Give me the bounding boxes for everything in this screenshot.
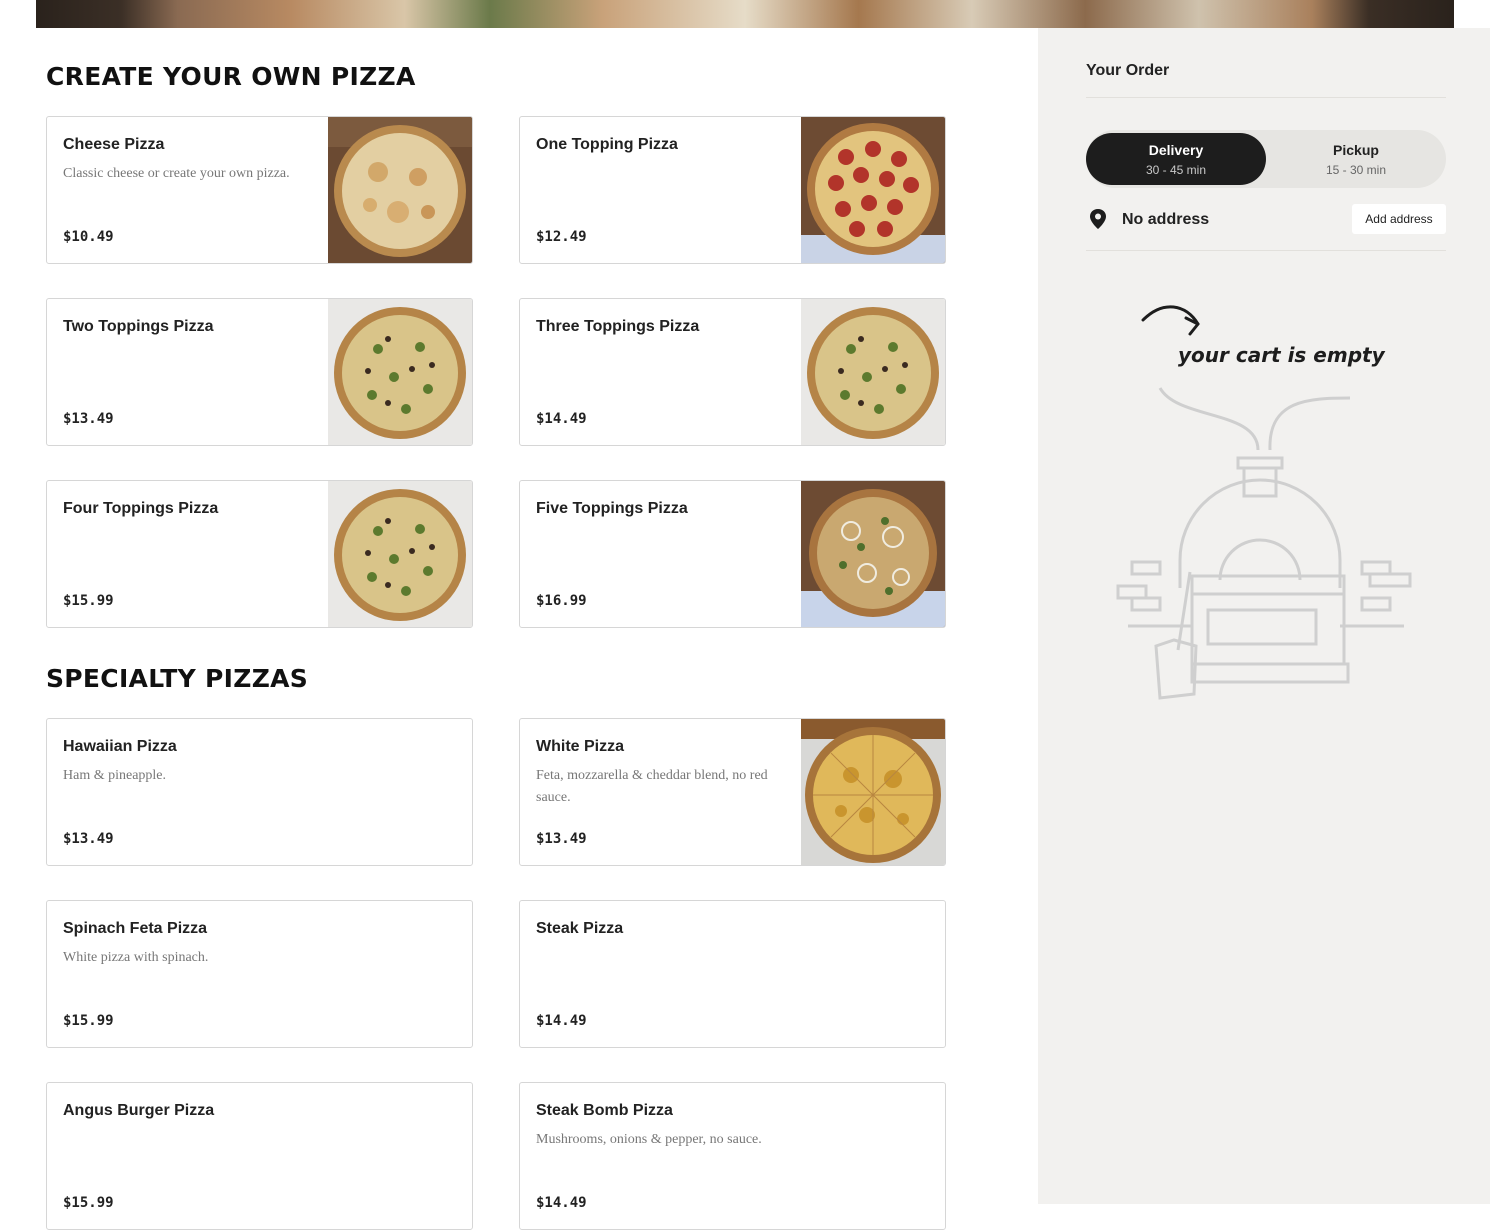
menu-item-name: Cheese Pizza	[63, 136, 165, 153]
menu-item-price: $16.99	[536, 593, 587, 609]
menu-item-price: $12.49	[536, 229, 587, 245]
menu-item-name: Three Toppings Pizza	[536, 318, 700, 335]
menu-item-card[interactable]: Angus Burger Pizza $15.99	[46, 1082, 473, 1230]
menu-item-price: $13.49	[63, 411, 114, 427]
menu-item-price: $15.99	[63, 1013, 114, 1029]
veggie-pizza-photo	[328, 299, 472, 445]
menu-item-name: White Pizza	[536, 738, 625, 755]
menu-item-price: $14.49	[536, 1013, 587, 1029]
menu-item-card[interactable]: Two Toppings Pizza $13.49	[46, 298, 473, 446]
pizza-oven-illustration: your cart is empty	[1116, 305, 1412, 700]
menu-item-price: $10.49	[63, 229, 114, 245]
menu-item-card[interactable]: Three Toppings Pizza $14.49	[519, 298, 946, 446]
add-address-button[interactable]: Add address	[1352, 204, 1446, 234]
menu-item-description: Mushrooms, onions & pepper, no sauce.	[536, 1132, 762, 1147]
menu-item-name: One Topping Pizza	[536, 136, 678, 153]
divider	[1086, 250, 1446, 251]
section-title-specialty: SPECIALTY PIZZAS	[46, 664, 309, 693]
delivery-option[interactable]: Delivery 30 - 45 min	[1086, 133, 1266, 185]
menu-item-price: $15.99	[63, 1195, 114, 1211]
hero-banner-image	[36, 0, 1454, 28]
menu-item-card[interactable]: White Pizza Feta, mozzarella & cheddar b…	[519, 718, 946, 866]
menu-item-name: Four Toppings Pizza	[63, 500, 219, 517]
order-title: Your Order	[1086, 62, 1170, 79]
menu-item-description: Classic cheese or create your own pizza.	[63, 166, 290, 181]
order-sidebar: Your Order Delivery 30 - 45 min Pickup 1…	[1038, 28, 1490, 1204]
address-row: No address Add address	[1086, 202, 1446, 236]
menu-item-description: Ham & pineapple.	[63, 768, 167, 783]
pickup-option[interactable]: Pickup 15 - 30 min	[1266, 133, 1446, 185]
menu-item-price: $15.99	[63, 593, 114, 609]
menu-item-card[interactable]: Spinach Feta Pizza White pizza with spin…	[46, 900, 473, 1048]
menu-item-price: $13.49	[536, 831, 587, 847]
menu-item-name: Hawaiian Pizza	[63, 738, 177, 755]
supreme-pizza-photo	[801, 481, 945, 627]
menu-item-name: Spinach Feta Pizza	[63, 920, 208, 937]
pickup-label: Pickup	[1333, 142, 1379, 158]
cheese-pizza-photo	[328, 117, 472, 263]
menu-item-description: Feta, mozzarella & cheddar blend, no red…	[536, 768, 768, 805]
veggie-pizza-photo	[801, 299, 945, 445]
empty-cart-text: your cart is empty	[1178, 343, 1386, 367]
veggie-pizza-photo	[328, 481, 472, 627]
menu-item-price: $13.49	[63, 831, 114, 847]
menu-item-card[interactable]: Steak Bomb Pizza Mushrooms, onions & pep…	[519, 1082, 946, 1230]
menu-item-name: Five Toppings Pizza	[536, 500, 688, 517]
menu-item-name: Steak Pizza	[536, 920, 624, 937]
menu-main: CREATE YOUR OWN PIZZA Cheese Pizza Class…	[0, 28, 1038, 1230]
menu-item-price: $14.49	[536, 411, 587, 427]
menu-item-card[interactable]: Four Toppings Pizza $15.99	[46, 480, 473, 628]
location-pin-icon	[1090, 209, 1106, 229]
section-title-create-your-own: CREATE YOUR OWN PIZZA	[46, 62, 416, 91]
delivery-time: 30 - 45 min	[1145, 163, 1207, 177]
fulfillment-toggle: Delivery 30 - 45 min Pickup 15 - 30 min	[1086, 130, 1446, 188]
menu-item-card[interactable]: One Topping Pizza $12.49	[519, 116, 946, 264]
pickup-time: 15 - 30 min	[1325, 163, 1387, 177]
menu-item-card[interactable]: Hawaiian Pizza Ham & pineapple. $13.49	[46, 718, 473, 866]
menu-item-description: White pizza with spinach.	[63, 950, 209, 965]
address-label: No address	[1122, 211, 1210, 228]
menu-item-card[interactable]: Steak Pizza $14.49	[519, 900, 946, 1048]
menu-item-card[interactable]: Cheese Pizza Classic cheese or create yo…	[46, 116, 473, 264]
pepperoni-pizza-photo	[801, 117, 945, 263]
menu-item-card[interactable]: Five Toppings Pizza $16.99	[519, 480, 946, 628]
menu-item-name: Steak Bomb Pizza	[536, 1102, 673, 1119]
menu-item-name: Two Toppings Pizza	[63, 318, 214, 335]
delivery-label: Delivery	[1148, 142, 1204, 158]
menu-item-name: Angus Burger Pizza	[63, 1102, 215, 1119]
menu-item-price: $14.49	[536, 1195, 587, 1211]
divider	[1086, 97, 1446, 98]
white-pizza-photo	[801, 719, 945, 865]
